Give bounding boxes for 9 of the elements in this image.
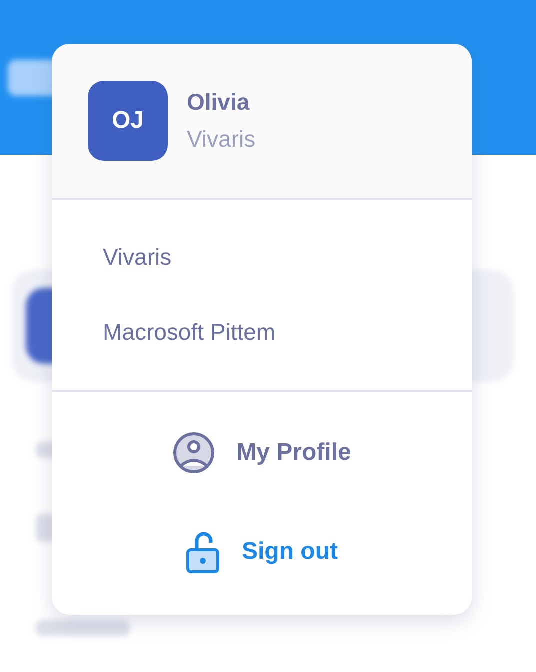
unlocked-padlock-icon — [186, 530, 220, 574]
user-name: Olivia — [187, 89, 250, 116]
profile-link[interactable]: My Profile — [172, 432, 352, 474]
organization-item[interactable]: Macrosoft Pittem — [103, 319, 276, 346]
sign-out-link[interactable]: Sign out — [186, 530, 338, 574]
user-icon — [172, 432, 215, 474]
organization-item[interactable]: Vivaris — [103, 244, 172, 271]
avatar: OJ — [88, 81, 168, 161]
organization-name: Vivaris — [187, 126, 256, 153]
